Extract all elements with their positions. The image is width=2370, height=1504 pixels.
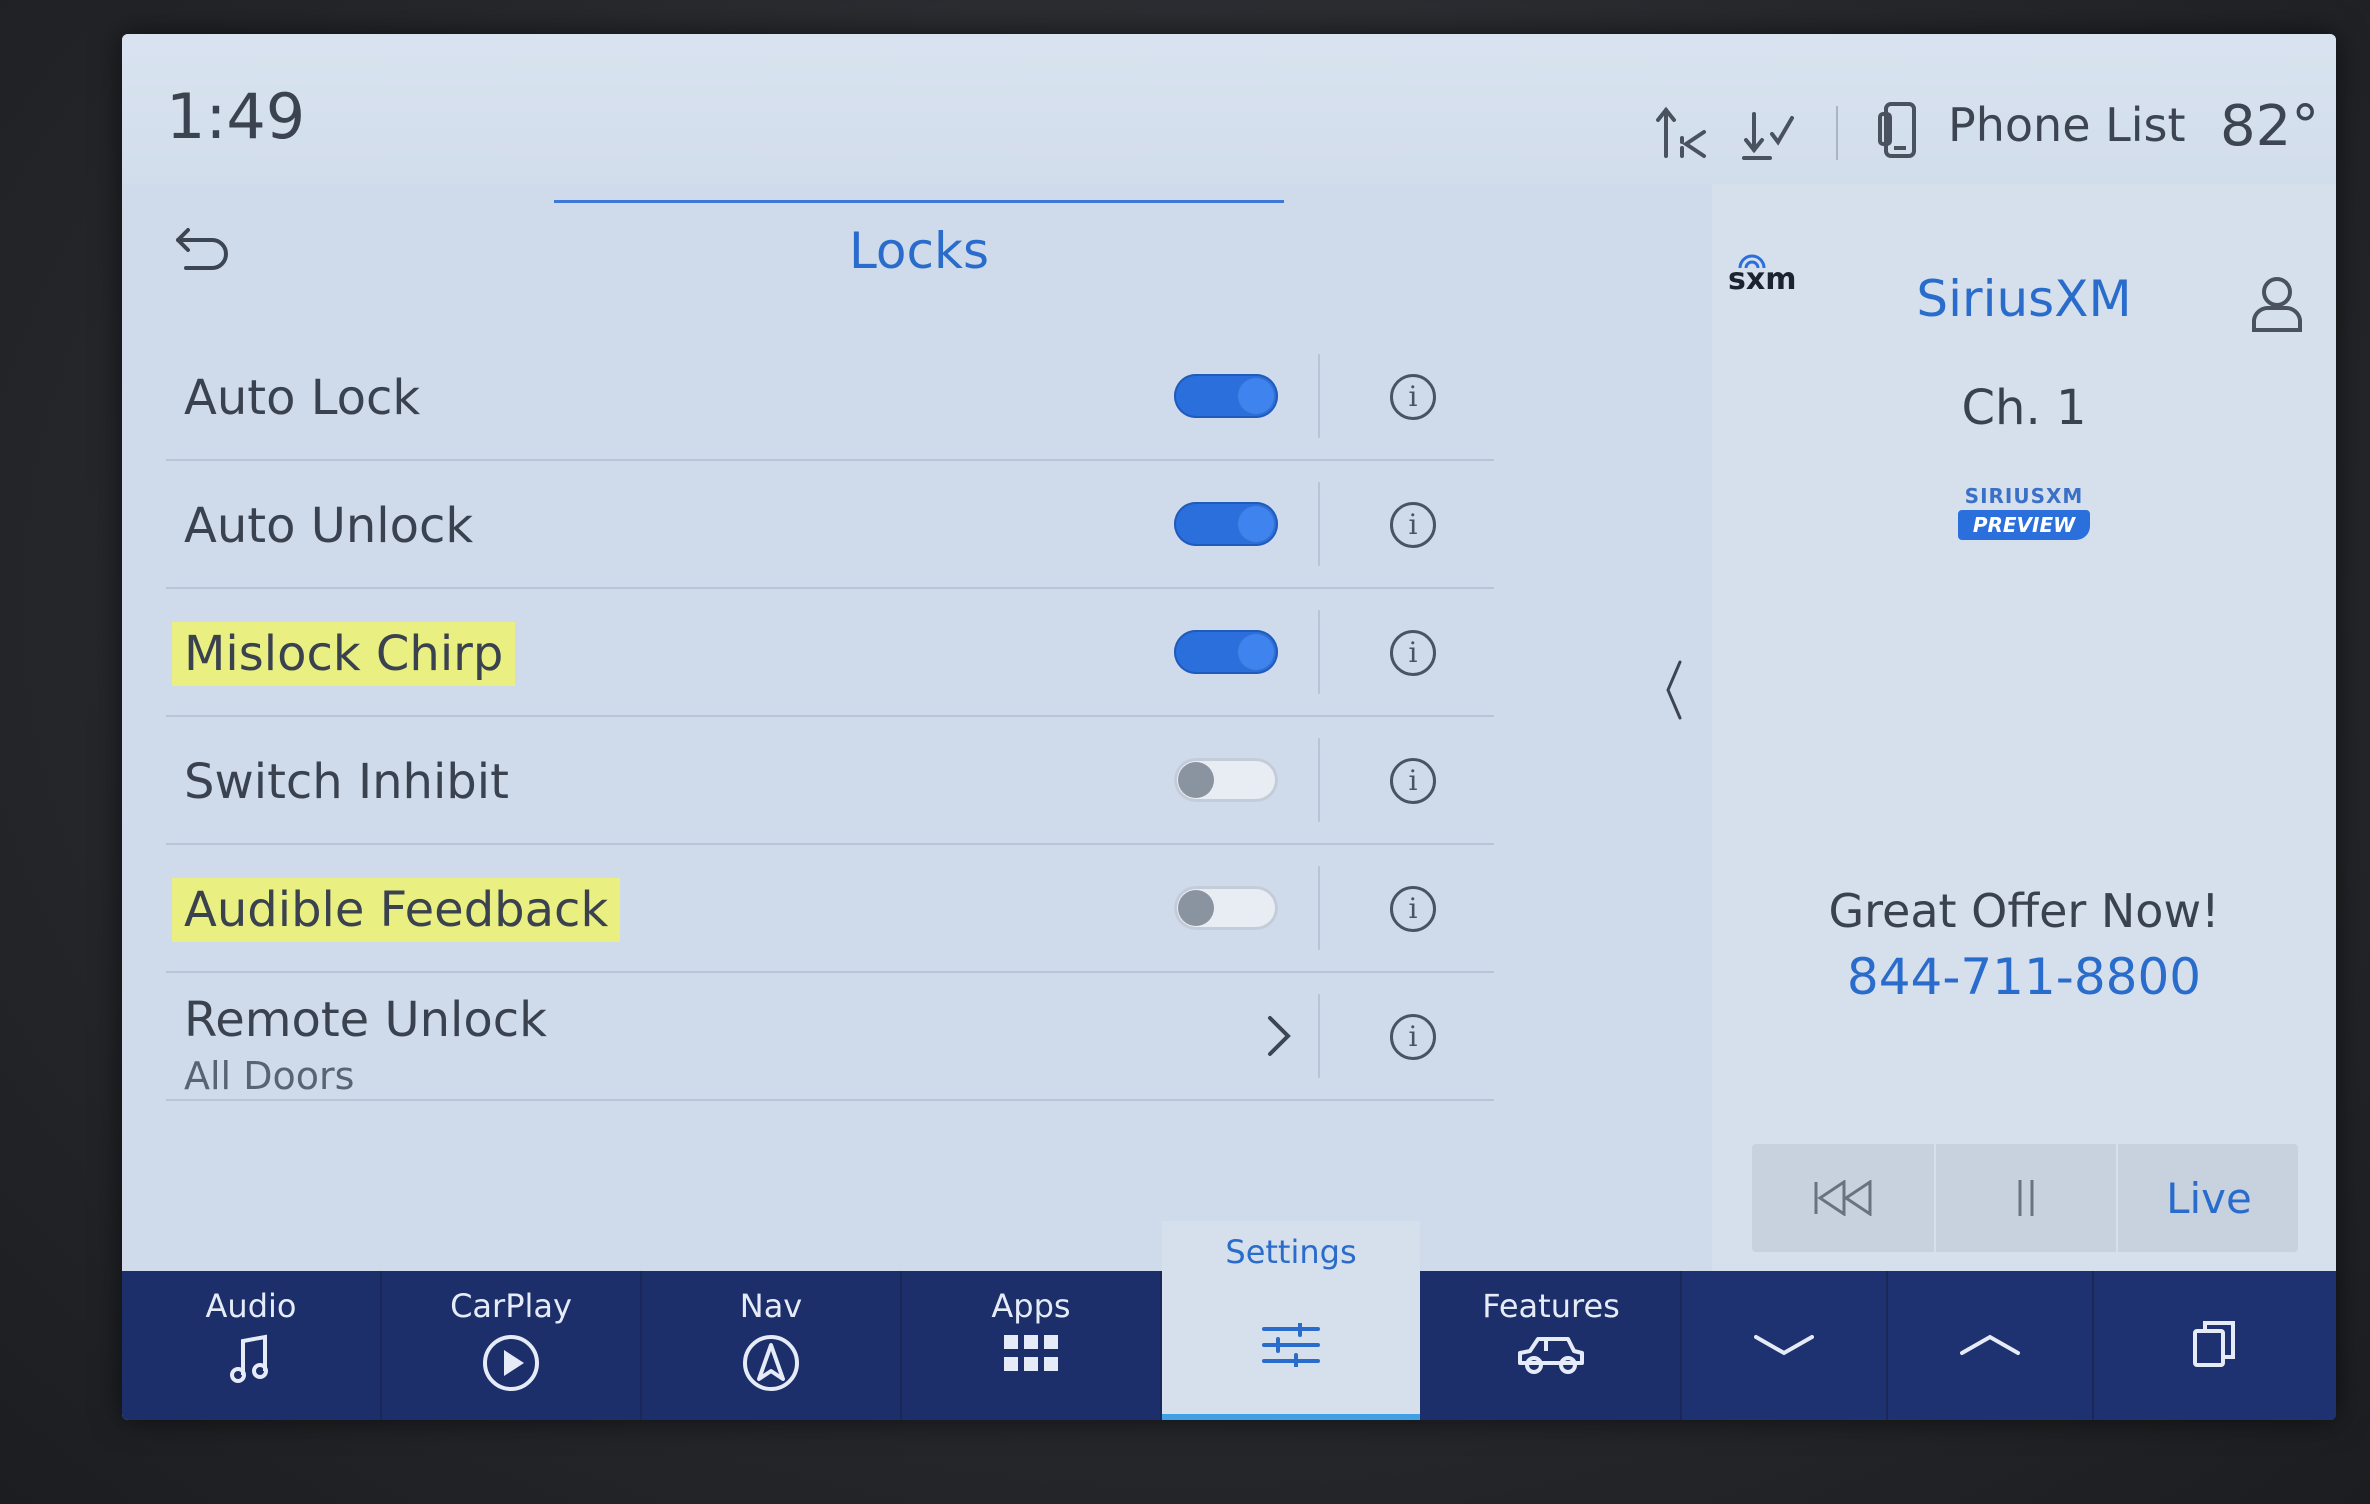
back-arrow-icon[interactable] (172, 226, 232, 270)
mislock-chirp-toggle[interactable] (1174, 630, 1278, 674)
offer-text: Great Offer Now! (1828, 884, 2220, 938)
row-divider (1318, 610, 1320, 694)
info-icon[interactable]: i (1390, 374, 1436, 420)
navigation-icon (743, 1335, 799, 1391)
clock: 1:49 (166, 80, 306, 153)
nav-carplay[interactable]: CarPlay (382, 1271, 642, 1420)
toggle-knob (1238, 506, 1274, 542)
info-icon[interactable]: i (1390, 758, 1436, 804)
live-button[interactable]: Live (2116, 1144, 2300, 1252)
skip-back-icon (1814, 1180, 1872, 1216)
setting-label-wrap: Mislock Chirp (172, 622, 516, 686)
siriusxm-preview-badge: SIRIUSXM PREVIEW (1958, 484, 2090, 540)
channel-label: Ch. 1 (1961, 380, 2087, 436)
row-divider (1318, 738, 1320, 822)
row-divider (1318, 354, 1320, 438)
auto-lock-toggle[interactable] (1174, 374, 1278, 418)
pause-icon (2018, 1180, 2034, 1216)
row-divider (1318, 994, 1320, 1078)
toggle-knob (1178, 762, 1214, 798)
auto-unlock-toggle[interactable] (1174, 502, 1278, 546)
row-divider (1318, 866, 1320, 950)
temperature: 82° (2220, 94, 2320, 159)
scroll-up-button[interactable] (1888, 1271, 2094, 1420)
collapse-panel-chevron-icon[interactable] (1662, 658, 1686, 722)
setting-row-remote-unlock[interactable]: Remote Unlock All Doors i (166, 972, 1494, 1101)
live-label: Live (2166, 1174, 2252, 1223)
setting-label: Mislock Chirp (172, 622, 516, 686)
scroll-down-button[interactable] (1682, 1271, 1888, 1420)
nav-features[interactable]: Features (1422, 1271, 1682, 1420)
setting-label: Audible Feedback (172, 878, 621, 942)
info-icon[interactable]: i (1390, 1014, 1436, 1060)
rewind-button[interactable] (1752, 1144, 1934, 1252)
sliders-icon (1262, 1323, 1320, 1367)
info-icon[interactable]: i (1390, 630, 1436, 676)
setting-row-auto-unlock[interactable]: Auto Unlock i (166, 460, 1494, 589)
status-divider (1836, 106, 1838, 160)
setting-label: Switch Inhibit (184, 754, 509, 810)
nav-nav[interactable]: Nav (642, 1271, 902, 1420)
signal-up-icon (1656, 106, 1706, 158)
offer-phone-number[interactable]: 844-711-8800 (1712, 948, 2336, 1006)
setting-row-mislock-chirp[interactable]: Mislock Chirp i (166, 588, 1494, 717)
toggle-knob (1238, 378, 1274, 414)
nav-label: CarPlay (450, 1287, 572, 1325)
media-panel: sxm SiriusXM Ch. 1 SIRIUSXM PREVIEW Grea… (1712, 184, 2336, 1289)
nav-apps[interactable]: Apps (902, 1271, 1162, 1420)
recent-apps-button[interactable] (2094, 1271, 2336, 1420)
phone-list-button[interactable]: Phone List (1948, 98, 2186, 152)
setting-label: Auto Unlock (184, 498, 474, 554)
user-profile-icon[interactable] (2250, 274, 2304, 334)
nav-audio[interactable]: Audio (122, 1271, 382, 1420)
toggle-knob (1238, 634, 1274, 670)
media-source-title: SiriusXM (1916, 270, 2132, 328)
toggle-knob (1178, 890, 1214, 926)
nav-label: Features (1482, 1287, 1620, 1325)
signal-down-icon (1742, 112, 1794, 160)
setting-row-auto-lock[interactable]: Auto Lock i (166, 332, 1494, 461)
phone-icon[interactable] (1876, 100, 1922, 162)
setting-label: Remote Unlock (184, 992, 547, 1048)
bottom-nav-bar: Audio CarPlay Nav Apps Settings Features (122, 1221, 2336, 1420)
music-note-icon (230, 1334, 268, 1383)
badge-top: SIRIUSXM (1964, 484, 2084, 508)
nav-label: Audio (205, 1287, 297, 1325)
title-underline (554, 200, 1284, 203)
audible-feedback-toggle[interactable] (1174, 886, 1278, 930)
switch-inhibit-toggle[interactable] (1174, 758, 1278, 802)
cards-stack-icon (2193, 1321, 2235, 1367)
playback-controls: Live (1752, 1144, 2298, 1252)
vehicle-icon (1518, 1337, 1584, 1374)
status-bar: 1:49 Phone List 82° (122, 34, 2336, 184)
nav-label: Apps (991, 1287, 1071, 1325)
play-circle-icon (483, 1335, 539, 1391)
chevron-right-icon[interactable] (1264, 1014, 1294, 1058)
setting-sublabel: All Doors (184, 1054, 355, 1098)
nav-label: Nav (739, 1287, 803, 1325)
chevron-down-icon (1754, 1335, 1814, 1356)
setting-row-switch-inhibit[interactable]: Switch Inhibit i (166, 716, 1494, 845)
badge-bottom: PREVIEW (1958, 510, 2090, 540)
nav-settings[interactable]: Settings (1162, 1221, 1420, 1420)
setting-label-wrap: Audible Feedback (172, 878, 621, 942)
row-divider (1318, 482, 1320, 566)
pause-button[interactable] (1934, 1144, 2118, 1252)
setting-label: Auto Lock (184, 370, 421, 426)
apps-grid-icon (1004, 1335, 1058, 1371)
info-icon[interactable]: i (1390, 502, 1436, 548)
nav-label: Settings (1225, 1233, 1357, 1271)
info-icon[interactable]: i (1390, 886, 1436, 932)
page-title: Locks (848, 222, 990, 280)
infotainment-screen: 1:49 Phone List 82° Locks Auto Lock i Au… (122, 34, 2336, 1420)
setting-row-audible-feedback[interactable]: Audible Feedback i (166, 844, 1494, 973)
chevron-up-icon (1960, 1334, 2020, 1355)
active-indicator (1162, 1414, 1420, 1420)
